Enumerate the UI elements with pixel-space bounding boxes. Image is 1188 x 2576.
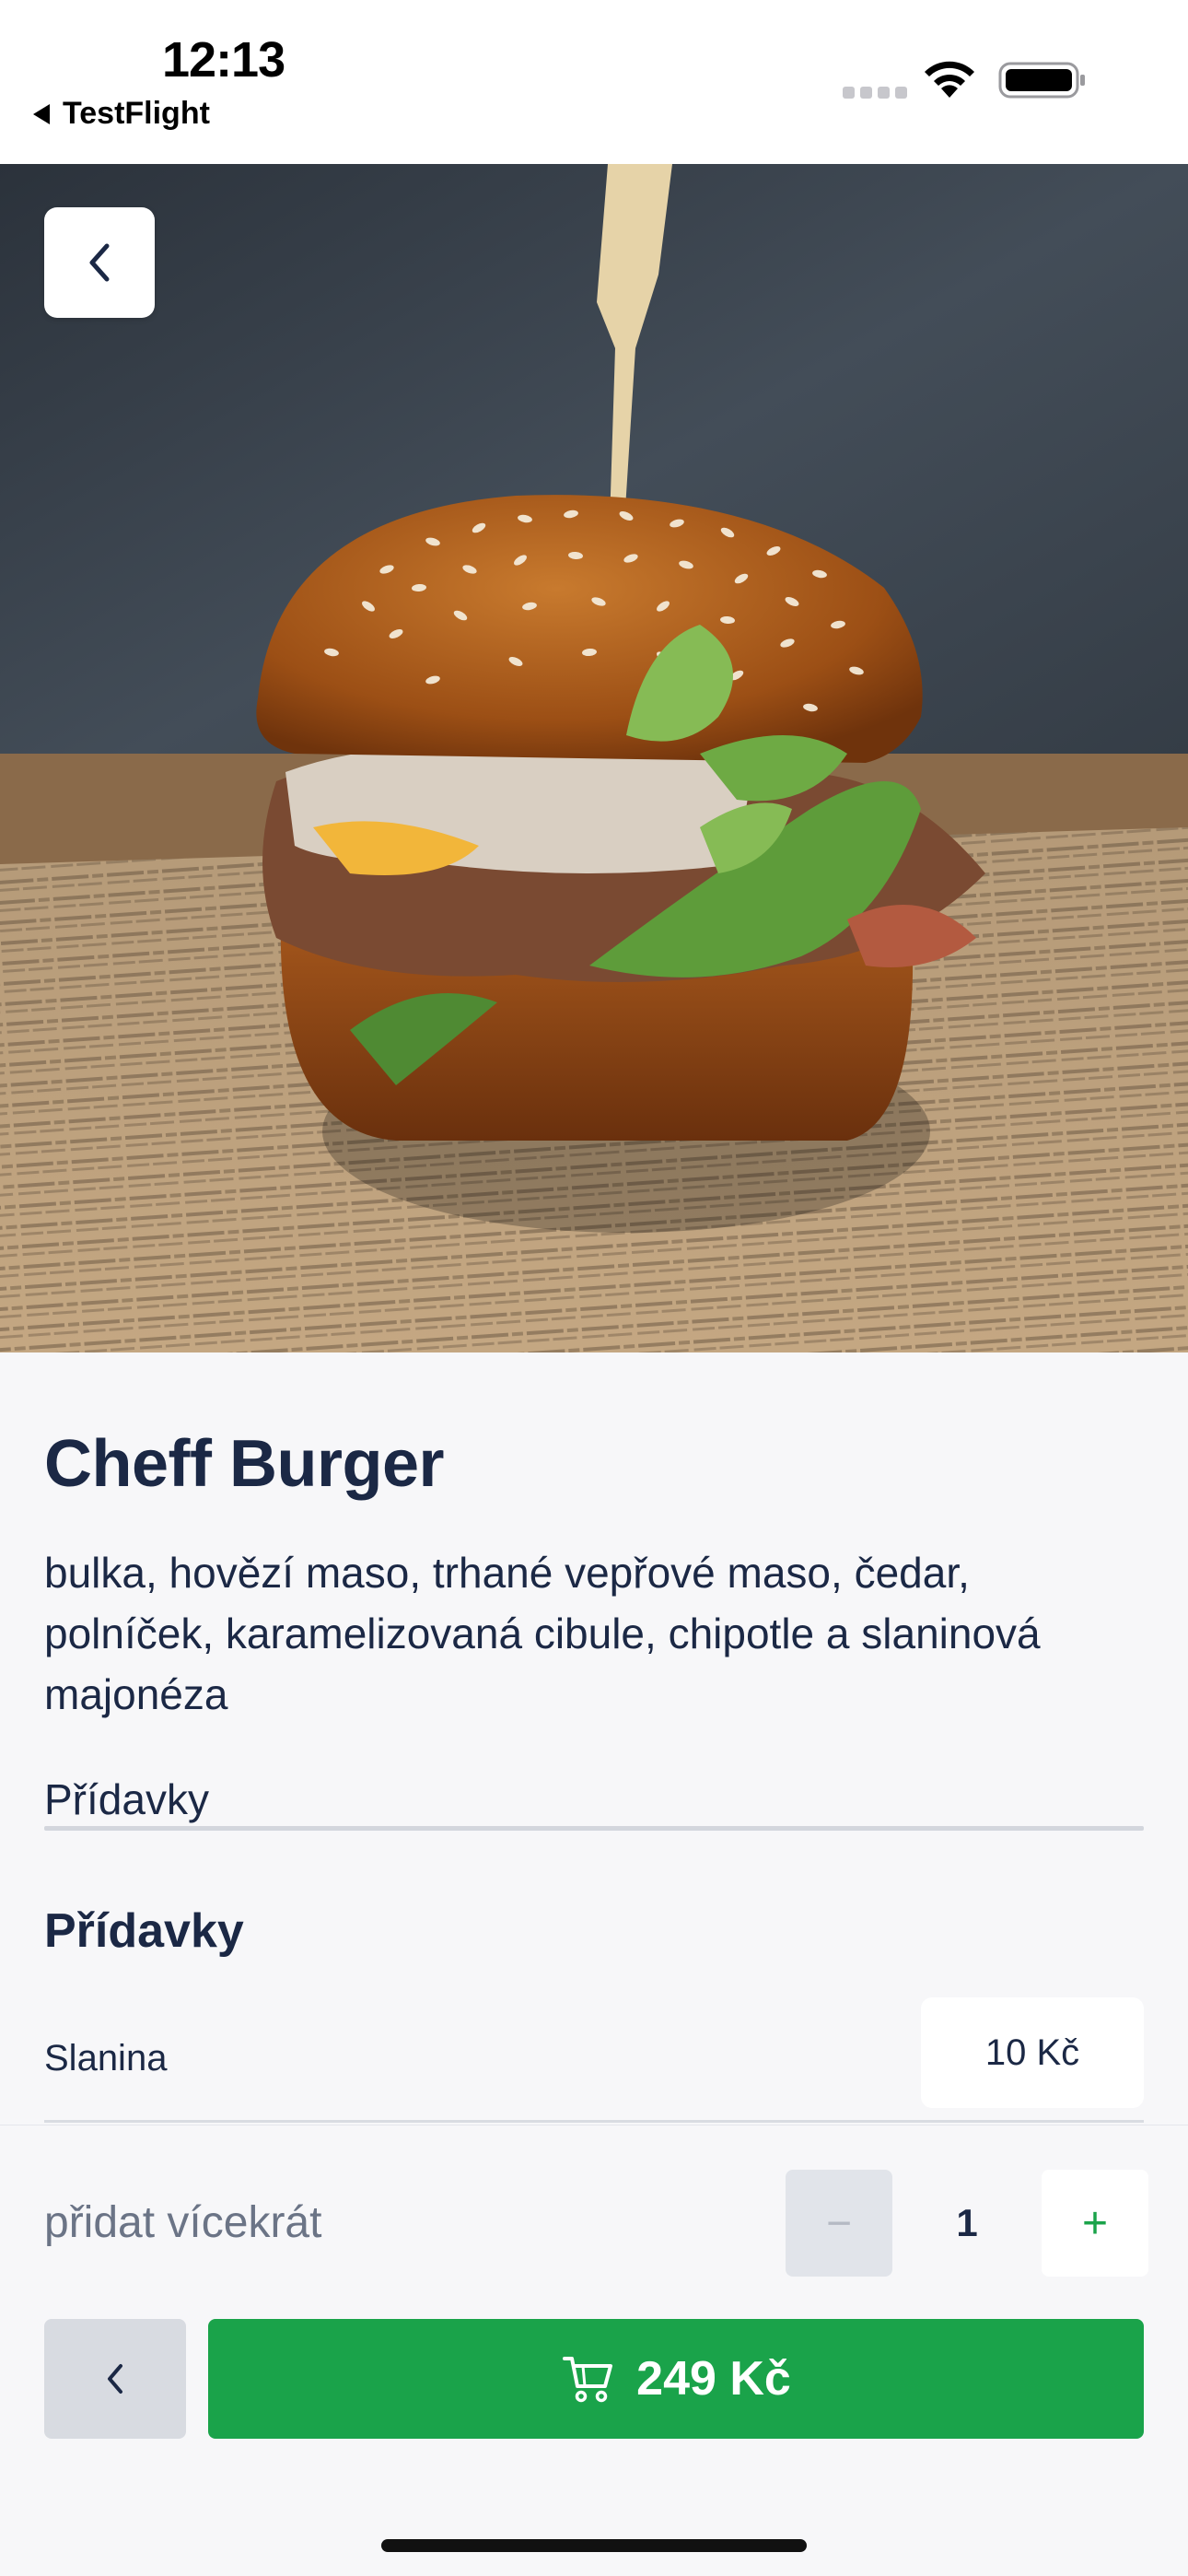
bottom-action-bar: přidat vícekrát − 1 + 249 Kč (0, 2125, 1188, 2576)
addon-row-slanina[interactable]: Slanina 10 Kč (44, 1997, 1144, 2123)
chevron-left-icon (89, 243, 110, 282)
quantity-increase-button[interactable]: + (1042, 2170, 1148, 2277)
cart-icon (563, 2357, 613, 2403)
tab-underline (44, 1826, 1144, 1831)
back-button[interactable] (44, 207, 155, 318)
battery-icon (998, 62, 1085, 99)
wifi-icon (925, 61, 974, 98)
quantity-value: 1 (956, 2201, 978, 2244)
back-app-label: TestFlight (63, 96, 210, 131)
product-detail-screen: 12:13 TestFlight Cheff Burger bulka, hov… (0, 0, 1188, 2576)
add-to-cart-button[interactable]: 249 Kč (208, 2319, 1144, 2439)
addon-price-button[interactable]: 10 Kč (921, 1997, 1144, 2108)
status-bar: 12:13 TestFlight (0, 0, 1188, 164)
quantity-decrease-button[interactable]: − (786, 2170, 892, 2277)
addon-name: Slanina (44, 2038, 168, 2078)
back-to-app-link[interactable]: TestFlight (33, 96, 210, 132)
product-title: Cheff Burger (44, 1427, 445, 1501)
cellular-signal-icon (843, 87, 907, 99)
home-indicator[interactable] (381, 2539, 807, 2552)
tab-addons[interactable]: Přídavky (44, 1774, 209, 1824)
cart-total: 249 Kč (636, 2352, 791, 2406)
product-description: bulka, hovězí maso, trhané vepřové maso,… (44, 1549, 1041, 1718)
chevron-left-icon (108, 2364, 122, 2394)
product-image (0, 164, 1188, 1352)
addons-heading: Přídavky (44, 1904, 244, 1958)
back-triangle-icon (33, 103, 50, 124)
burger-photo (0, 164, 1188, 1352)
footer-back-button[interactable] (44, 2319, 186, 2439)
status-time: 12:13 (162, 32, 285, 88)
quantity-label: přidat vícekrát (44, 2198, 322, 2247)
